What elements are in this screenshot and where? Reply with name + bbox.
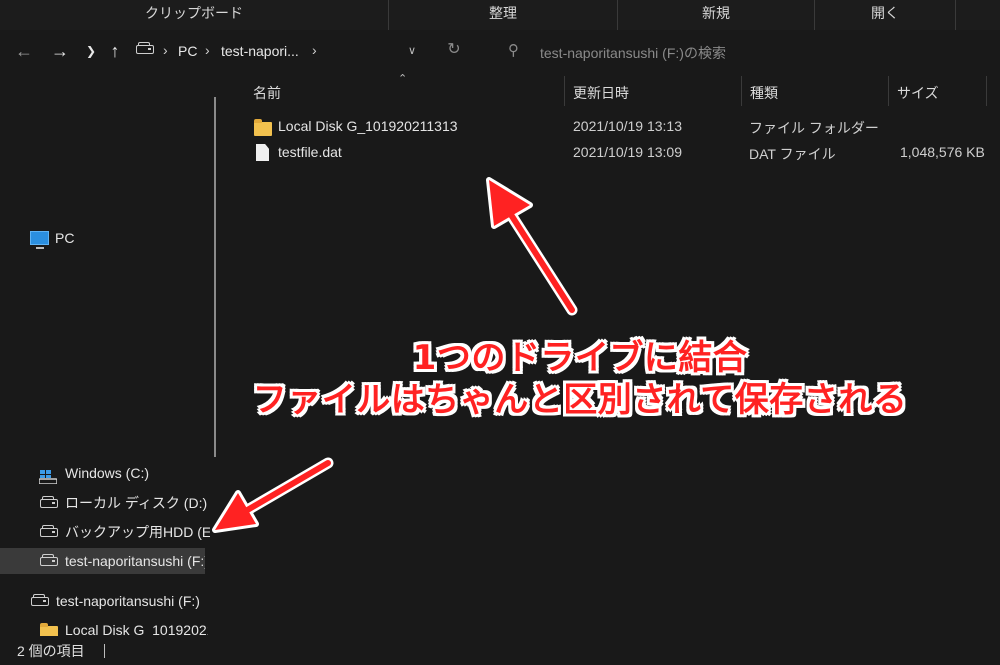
annotation-arrow-up — [486, 177, 578, 316]
annotation-line-2: ファイルはちゃんと区別されて保存される — [252, 380, 908, 420]
annotation-arrow-down-left — [212, 457, 334, 533]
